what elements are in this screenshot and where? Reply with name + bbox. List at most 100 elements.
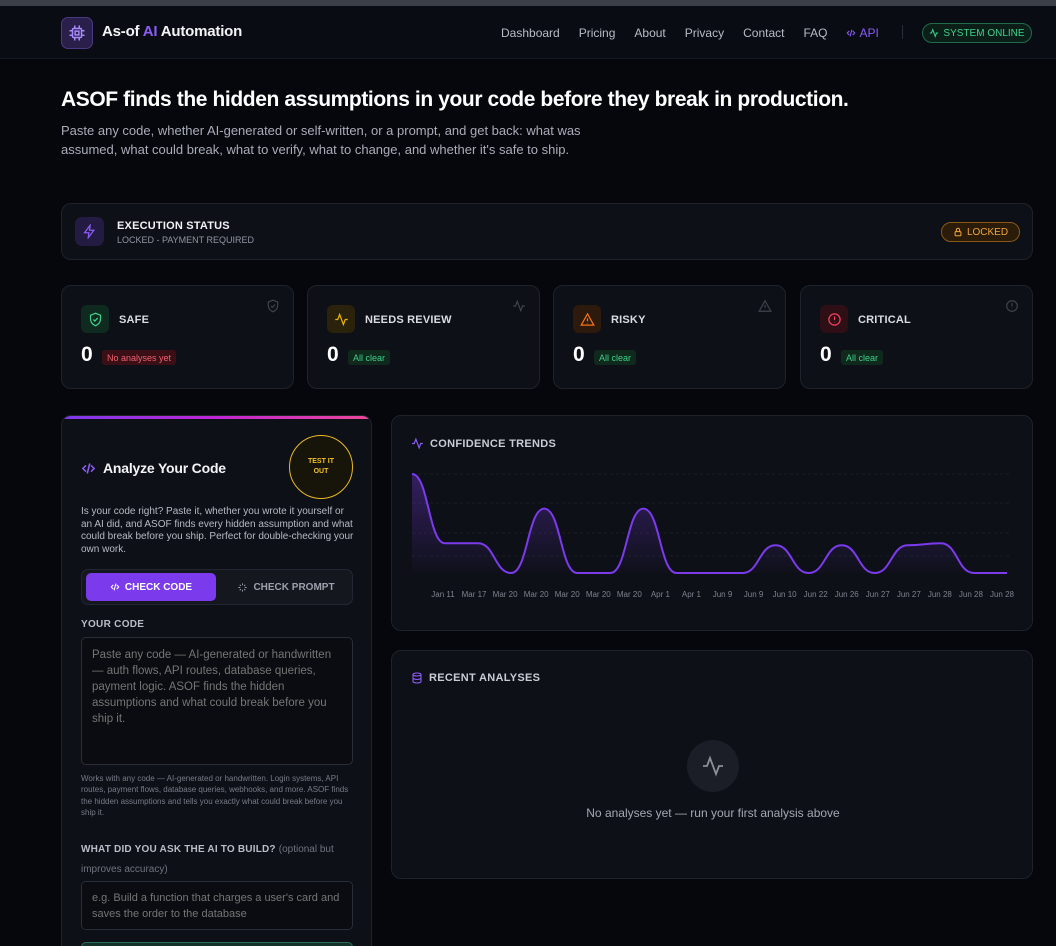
code-input[interactable] xyxy=(81,637,353,765)
code-help-text: Works with any code — AI-generated or ha… xyxy=(81,774,349,817)
chart-area-fill xyxy=(412,474,1007,573)
recent-header: RECENT ANALYSES xyxy=(411,672,540,684)
code-icon xyxy=(81,463,96,474)
stat-card-safe: SAFE 0 No analyses yet xyxy=(61,285,294,389)
stat-tag: All clear xyxy=(841,350,884,365)
nav-link-privacy[interactable]: Privacy xyxy=(685,26,724,40)
brand-suffix: Automation xyxy=(157,23,243,40)
nav-link-dashboard[interactable]: Dashboard xyxy=(501,26,560,40)
lock-icon xyxy=(954,227,962,237)
x-tick-label: Mar 20 xyxy=(524,590,549,599)
nav-link-about[interactable]: About xyxy=(634,26,665,40)
nav-link-api[interactable]: API xyxy=(846,26,897,40)
nav-link-faq[interactable]: FAQ xyxy=(803,26,827,40)
x-tick-label: Jun 28 xyxy=(990,590,1015,599)
top-navbar: As-of AI Automation Dashboard Pricing Ab… xyxy=(0,6,1056,59)
stat-card-risky: RISKY 0 All clear xyxy=(553,285,786,389)
x-tick-label: Jan 11 xyxy=(431,590,455,599)
code-icon xyxy=(110,583,120,591)
nav-link-contact[interactable]: Contact xyxy=(743,26,784,40)
x-tick-label: Jun 10 xyxy=(773,590,798,599)
pulse-icon xyxy=(334,312,348,326)
x-tick-label: Jun 9 xyxy=(713,590,733,599)
alert-circle-icon xyxy=(827,312,841,326)
analyze-description: Is your code right? Paste it, whether yo… xyxy=(81,506,354,555)
hero-subtitle: Paste any code, whether AI-generated or … xyxy=(61,123,581,157)
confidence-trends-card: CONFIDENCE TRENDS Jan 11 Mar 17 Mar 20 Mar … xyxy=(391,415,1033,631)
stat-tag: All clear xyxy=(348,350,391,365)
hero-title: ASOF finds the hidden assumptions in you… xyxy=(61,88,849,111)
your-code-label: YOUR CODE xyxy=(81,619,145,630)
exec-subtitle: LOCKED - PAYMENT REQUIRED xyxy=(117,235,255,245)
x-tick-label: Jun 26 xyxy=(835,590,860,599)
shield-faint-icon xyxy=(267,299,279,313)
stat-value: 0 xyxy=(820,343,832,366)
check-prompt-label: CHECK PROMPT xyxy=(253,581,335,593)
stat-label: RISKY xyxy=(611,314,646,326)
stat-value: 0 xyxy=(573,343,585,366)
x-tick-label: Mar 20 xyxy=(586,590,611,599)
x-tick-label: Jun 28 xyxy=(928,590,953,599)
code-icon xyxy=(846,29,856,37)
risky-icon-box xyxy=(573,305,601,333)
locked-badge[interactable]: LOCKED xyxy=(941,222,1020,242)
review-icon-box xyxy=(327,305,355,333)
brand-ai: AI xyxy=(142,23,158,40)
stat-card-needs-review: NEEDS REVIEW 0 All clear xyxy=(307,285,540,389)
system-status-text: SYSTEM ONLINE xyxy=(943,27,1025,39)
stat-card-critical: CRITICAL 0 All clear xyxy=(800,285,1033,389)
analyze-code-panel: Analyze Your Code TEST IT OUT Is your co… xyxy=(61,415,372,946)
analyze-title: Analyze Your Code xyxy=(103,460,226,476)
empty-state-icon-box xyxy=(687,740,739,792)
stat-label: NEEDS REVIEW xyxy=(365,314,452,326)
ask-label-text: WHAT DID YOU ASK THE AI TO BUILD? xyxy=(81,844,276,855)
safe-icon-box xyxy=(81,305,109,333)
empty-state-text: No analyses yet — run your first analysi… xyxy=(586,806,840,820)
check-code-label: CHECK CODE xyxy=(124,581,193,593)
panel-accent-bar xyxy=(62,416,371,419)
stat-value: 0 xyxy=(81,343,93,366)
lightning-icon xyxy=(83,224,96,239)
alert-faint-icon xyxy=(1006,300,1018,312)
exec-title: EXECUTION STATUS xyxy=(117,220,230,232)
shield-check-icon xyxy=(89,312,101,326)
sparkle-icon xyxy=(238,582,248,592)
chip-icon xyxy=(69,25,85,41)
run-analysis-button[interactable] xyxy=(81,942,353,946)
ask-label: WHAT DID YOU ASK THE AI TO BUILD? (optio… xyxy=(81,840,356,880)
warning-triangle-icon xyxy=(579,312,595,326)
execution-status-panel: EXECUTION STATUS LOCKED - PAYMENT REQUIR… xyxy=(61,203,1033,260)
test-it-out-button[interactable]: TEST IT OUT xyxy=(289,435,353,499)
test-it-out-label: TEST IT OUT xyxy=(307,458,335,475)
system-status-badge: SYSTEM ONLINE xyxy=(922,23,1032,43)
stat-tag: All clear xyxy=(594,350,637,365)
x-tick-label: Apr 1 xyxy=(682,590,702,599)
stat-label: CRITICAL xyxy=(858,314,911,326)
x-tick-label: Mar 20 xyxy=(493,590,518,599)
recent-analyses-card: RECENT ANALYSES No analyses yet — run yo… xyxy=(391,650,1033,879)
stat-value: 0 xyxy=(327,343,339,366)
nav-link-pricing[interactable]: Pricing xyxy=(579,26,616,40)
brand-name[interactable]: As-of AI Automation xyxy=(102,23,242,40)
x-tick-label: Jun 27 xyxy=(897,590,922,599)
x-tick-label: Jun 9 xyxy=(744,590,764,599)
nav-api-label: API xyxy=(859,26,879,40)
activity-icon xyxy=(930,28,939,38)
nav-divider xyxy=(902,25,903,39)
prompt-input[interactable] xyxy=(81,881,353,930)
x-tick-label: Jun 28 xyxy=(959,590,984,599)
critical-icon-box xyxy=(820,305,848,333)
brand-prefix: As-of xyxy=(102,23,143,40)
locked-text: LOCKED xyxy=(966,226,1009,238)
stat-label: SAFE xyxy=(119,314,150,326)
pulse-faint-icon xyxy=(513,299,525,313)
x-tick-label: Jun 27 xyxy=(866,590,891,599)
x-tick-label: Mar 20 xyxy=(617,590,642,599)
stat-tag: No analyses yet xyxy=(102,350,177,365)
x-tick-label: Mar 17 xyxy=(462,590,487,599)
check-code-tab[interactable]: CHECK CODE xyxy=(86,573,216,601)
x-tick-label: Apr 1 xyxy=(651,590,671,599)
check-prompt-tab[interactable]: CHECK PROMPT xyxy=(222,573,350,601)
exec-icon-box xyxy=(75,217,104,246)
logo[interactable] xyxy=(61,17,93,49)
